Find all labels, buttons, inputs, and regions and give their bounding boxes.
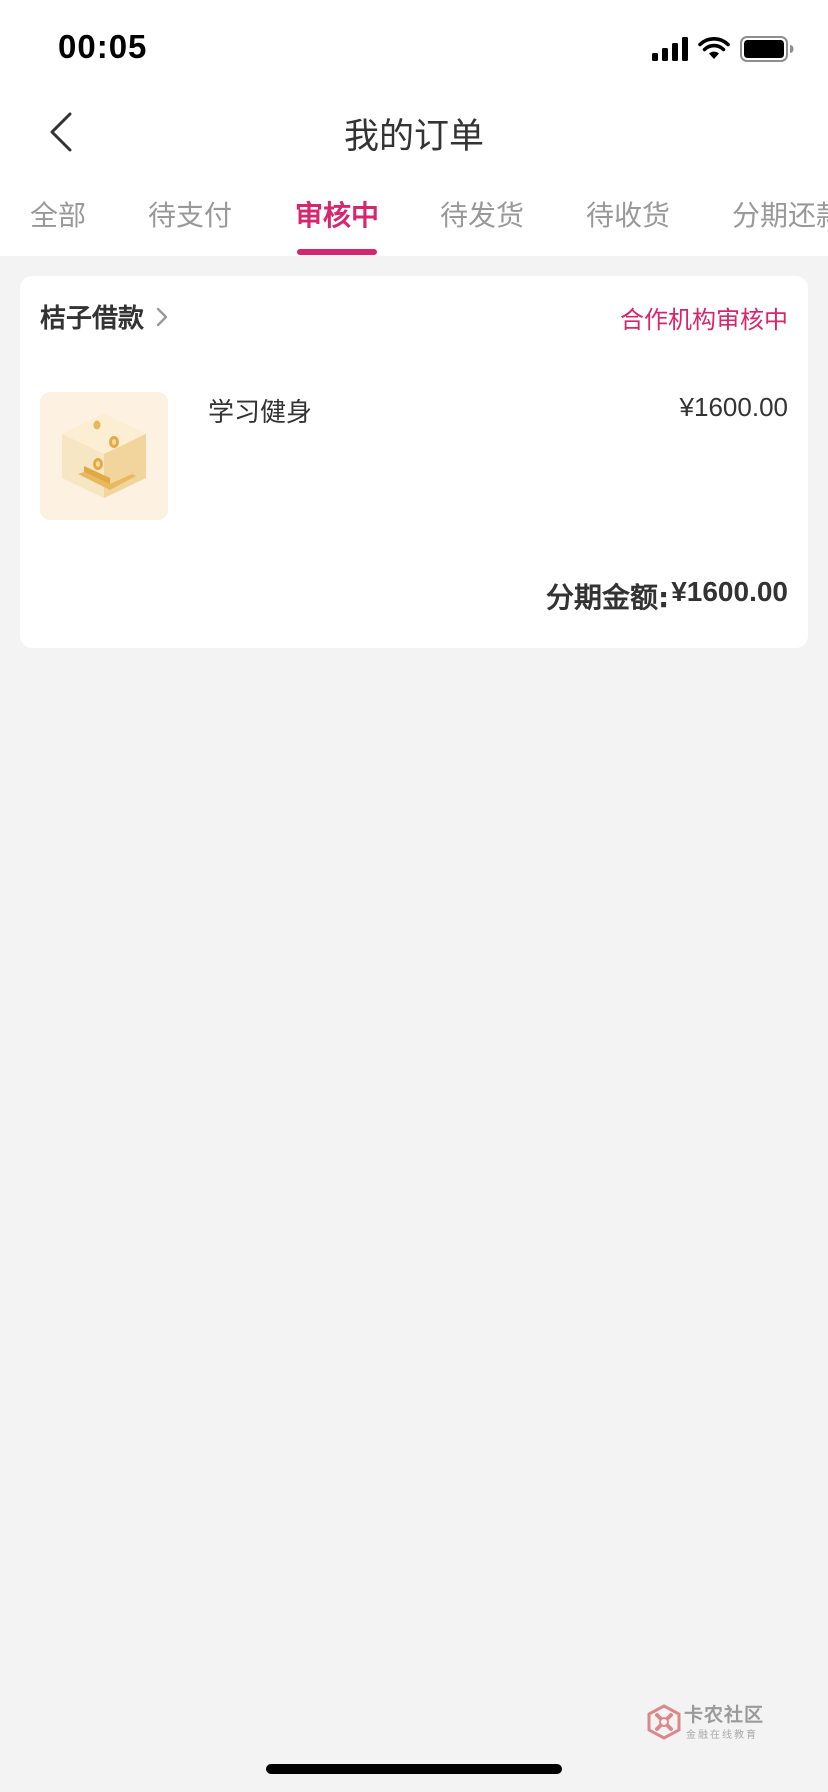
installment-amount: ¥1600.00 <box>671 576 788 607</box>
navbar: 我的订单 <box>0 96 828 168</box>
tab-all[interactable]: 全部 <box>30 194 86 234</box>
merchant-name: 桔子借款 <box>40 304 145 334</box>
watermark: 卡农社区 金融在线教育 <box>646 1700 772 1744</box>
header-area: 00:05 我的订单 全部 待支付 审核中 待发货 待收货 分期还 <box>0 0 828 256</box>
chevron-right-icon <box>156 307 168 326</box>
kanong-logo-icon <box>647 1704 681 1740</box>
watermark-title: 卡农社区 <box>684 1704 765 1726</box>
tab-installment-repayment[interactable]: 分期还款 <box>732 194 828 234</box>
merchant-link[interactable]: 桔子借款 <box>40 298 168 335</box>
tab-pending-payment[interactable]: 待支付 <box>148 194 232 234</box>
status-bar: 00:05 <box>0 0 828 100</box>
order-tabs: 全部 待支付 审核中 待发货 待收货 分期还款 <box>0 180 828 256</box>
status-time: 00:05 <box>58 28 148 65</box>
installment-label: 分期金额: <box>546 581 670 614</box>
page-title: 我的订单 <box>343 117 484 157</box>
tab-pending-receipt[interactable]: 待收货 <box>586 194 670 234</box>
wifi-icon <box>698 37 730 59</box>
home-indicator[interactable] <box>266 1764 562 1774</box>
cellular-signal-icon <box>652 37 688 61</box>
product-thumbnail <box>40 392 168 520</box>
product-name: 学习健身 <box>208 398 313 428</box>
installment-total: 分期金额: ¥1600.00 <box>546 576 788 616</box>
order-card[interactable]: 桔子借款 合作机构审核中 学习健身 ¥1600.00 分期金额: ¥1600.0… <box>20 276 808 648</box>
status-icons <box>652 34 794 64</box>
battery-icon <box>740 36 794 62</box>
order-status: 合作机构审核中 <box>620 306 788 334</box>
coin-box-illustration <box>62 414 146 498</box>
active-tab-indicator <box>297 249 377 255</box>
tab-pending-shipment[interactable]: 待发货 <box>440 194 524 234</box>
watermark-subtitle: 金融在线教育 <box>686 1730 758 1741</box>
tab-under-review[interactable]: 审核中 <box>295 194 379 234</box>
product-price: ¥1600.00 <box>679 392 788 422</box>
